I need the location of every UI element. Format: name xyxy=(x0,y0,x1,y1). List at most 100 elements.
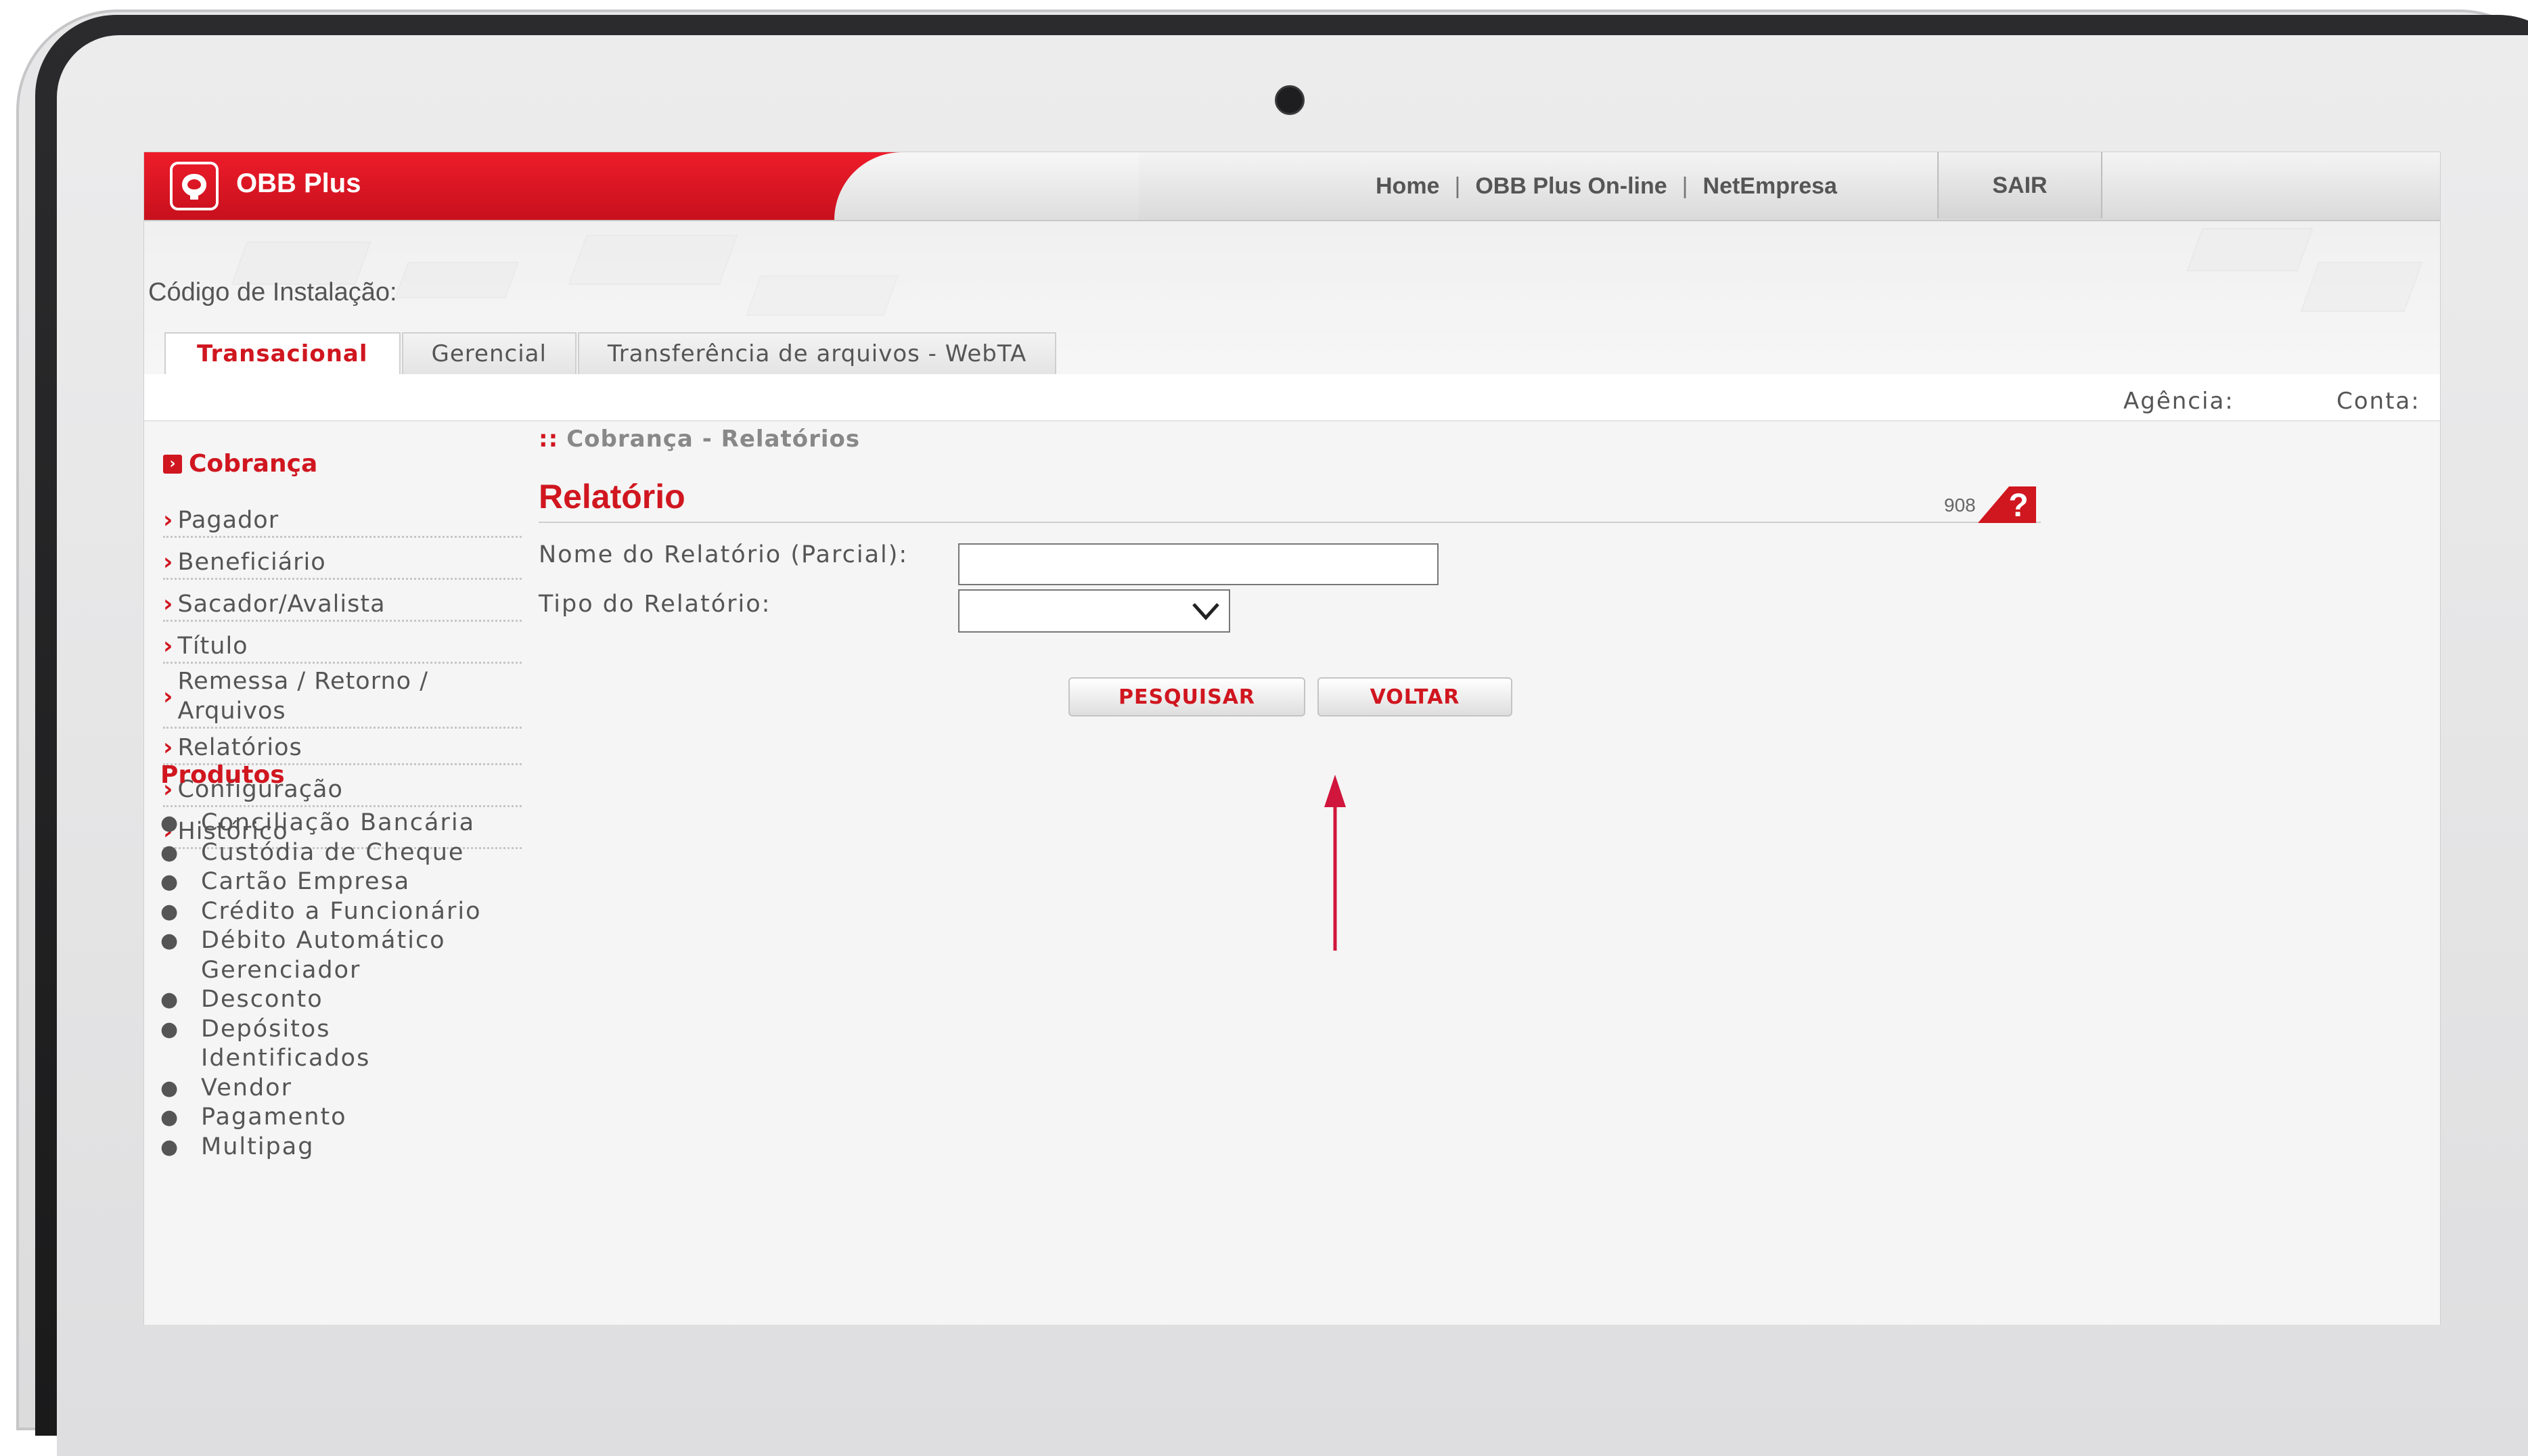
report-name-input[interactable] xyxy=(958,543,1439,585)
product-label: Identificados xyxy=(201,1045,371,1072)
chevron-right-icon: › xyxy=(163,734,174,761)
search-button[interactable]: PESQUISAR xyxy=(1068,677,1305,716)
bullet-icon: ● xyxy=(160,929,180,953)
product-label: Custódia de Cheque xyxy=(201,838,465,866)
nav-home-link[interactable]: Home xyxy=(1376,173,1439,200)
sidebar-item-pagador[interactable]: › Pagador xyxy=(163,507,522,538)
nav-online-link[interactable]: OBB Plus On-line xyxy=(1475,173,1667,200)
report-name-label: Nome do Relatório (Parcial): xyxy=(539,541,909,568)
sidebar-item-label: Remessa / Retorno / Arquivos xyxy=(177,666,428,727)
bullet-icon: ● xyxy=(160,811,180,835)
title-divider xyxy=(539,522,2041,523)
chevron-right-icon: › xyxy=(163,591,174,618)
bullet-spacer xyxy=(160,1044,201,1074)
conta-label: Conta: xyxy=(2337,388,2420,415)
brand-name: OBB Plus xyxy=(236,168,361,198)
sidebar-section-label: Cobrança xyxy=(189,450,318,478)
bullet-icon: ● xyxy=(160,1135,180,1159)
list-item[interactable]: ● Débito Automático xyxy=(160,926,482,956)
bullet-spacer xyxy=(160,956,201,986)
nav-netempresa-link[interactable]: NetEmpresa xyxy=(1703,173,1837,200)
list-item[interactable]: ● Conciliação Bancária xyxy=(160,809,482,838)
breadcrumb-marker: :: xyxy=(539,426,559,453)
product-label: Cartão Empresa xyxy=(201,868,411,895)
sidebar-item-remessa-retorno[interactable]: › Remessa / Retorno / Arquivos xyxy=(163,666,522,729)
list-item[interactable]: ● Cartão Empresa xyxy=(160,867,482,897)
bank-logo-icon xyxy=(170,162,219,210)
bullet-icon: ● xyxy=(160,1076,180,1100)
decorative-pattern xyxy=(394,262,519,298)
annotation-arrow-icon xyxy=(1324,775,1346,951)
bullet-icon: ● xyxy=(160,899,180,924)
tab-gerencial[interactable]: Gerencial xyxy=(401,332,577,374)
decorative-pattern xyxy=(2186,228,2313,271)
product-label: Vendor xyxy=(201,1074,292,1101)
sidebar-item-label: Beneficiário xyxy=(177,549,326,576)
product-label: Pagamento xyxy=(201,1104,347,1131)
chevron-right-icon: › xyxy=(163,507,174,534)
sidebar-item-beneficiario[interactable]: › Beneficiário xyxy=(163,549,522,580)
bullet-icon: ● xyxy=(160,870,180,894)
chevron-down-icon xyxy=(1192,603,1219,620)
logout-button[interactable]: SAIR xyxy=(1937,152,2102,219)
list-item[interactable]: ● Custódia de Cheque xyxy=(160,838,482,868)
product-label: Conciliação Bancária xyxy=(201,809,476,836)
chevron-right-icon: › xyxy=(163,454,182,474)
products-list: ● Conciliação Bancária ● Custódia de Chequ… xyxy=(160,809,482,1162)
bullet-icon: ● xyxy=(160,840,180,865)
product-label: Débito Automático xyxy=(201,927,446,954)
chevron-right-icon: › xyxy=(163,549,174,576)
bullet-icon: ● xyxy=(160,1106,180,1129)
help-code: 908 xyxy=(1944,495,1976,516)
list-item[interactable]: ● Pagamento xyxy=(160,1103,482,1133)
nav-separator: | xyxy=(1681,173,1688,199)
help-icon[interactable]: ? xyxy=(1978,486,2036,523)
agencia-label: Agência: xyxy=(2123,388,2234,415)
nav-separator: | xyxy=(1454,173,1461,199)
product-label: Depósitos xyxy=(201,1015,331,1043)
page-title: Relatório xyxy=(539,478,685,516)
tab-webta[interactable]: Transferência de arquivos - WebTA xyxy=(577,332,1057,374)
product-label: Desconto xyxy=(201,986,323,1013)
report-type-select[interactable] xyxy=(958,589,1230,633)
list-item[interactable]: ● Depósitos xyxy=(160,1015,482,1045)
sidebar-section-cobranca[interactable]: › Cobrança xyxy=(163,450,317,478)
back-button[interactable]: VOLTAR xyxy=(1317,677,1512,716)
decorative-pattern xyxy=(568,235,738,285)
breadcrumb: :: Cobrança - Relatórios xyxy=(539,426,860,453)
products-heading: Produtos xyxy=(160,761,285,789)
list-item[interactable]: ● Desconto xyxy=(160,985,482,1015)
sidebar-item-label-line: Arquivos xyxy=(177,698,286,725)
list-item[interactable]: ● Multipag xyxy=(160,1133,482,1162)
main-tabs: Transacional Gerencial Transferência de … xyxy=(164,332,1058,374)
list-item-continuation[interactable]: Identificados xyxy=(160,1044,482,1074)
bullet-icon: ● xyxy=(160,1017,180,1041)
tab-transacional[interactable]: Transacional xyxy=(164,332,401,374)
brand-swoosh xyxy=(834,152,1139,220)
breadcrumb-text: Cobrança - Relatórios xyxy=(566,426,861,453)
sidebar-item-label: Sacador/Avalista xyxy=(177,591,386,618)
sidebar-item-label: Pagador xyxy=(177,507,279,534)
sidebar-item-label: Relatórios xyxy=(177,734,302,761)
list-item[interactable]: ● Vendor xyxy=(160,1074,482,1104)
webcam xyxy=(1275,85,1305,115)
account-info-bar xyxy=(144,374,2440,422)
report-type-label: Tipo do Relatório: xyxy=(539,591,771,618)
chevron-right-icon: › xyxy=(163,633,174,660)
top-nav: Home | OBB Plus On-line | NetEmpresa xyxy=(1376,170,1837,202)
list-item[interactable]: ● Crédito a Funcionário xyxy=(160,897,482,927)
chevron-right-icon: › xyxy=(163,683,174,710)
product-label: Gerenciador xyxy=(201,956,361,984)
svg-text:?: ? xyxy=(2008,488,2028,523)
top-bar: OBB Plus Home | OBB Plus On-line | NetEm… xyxy=(144,152,2440,221)
sidebar-item-label: Título xyxy=(177,633,248,660)
sidebar-item-label-line: Remessa / Retorno / xyxy=(177,668,429,695)
installation-code-label: Código de Instalação: xyxy=(148,278,397,306)
sidebar-item-titulo[interactable]: › Título xyxy=(163,633,522,664)
list-item-continuation[interactable]: Gerenciador xyxy=(160,956,482,986)
decorative-pattern xyxy=(746,275,899,316)
decorative-pattern xyxy=(2300,262,2423,312)
product-label: Multipag xyxy=(201,1133,315,1160)
bullet-icon: ● xyxy=(160,988,180,1011)
sidebar-item-sacador-avalista[interactable]: › Sacador/Avalista xyxy=(163,591,522,622)
